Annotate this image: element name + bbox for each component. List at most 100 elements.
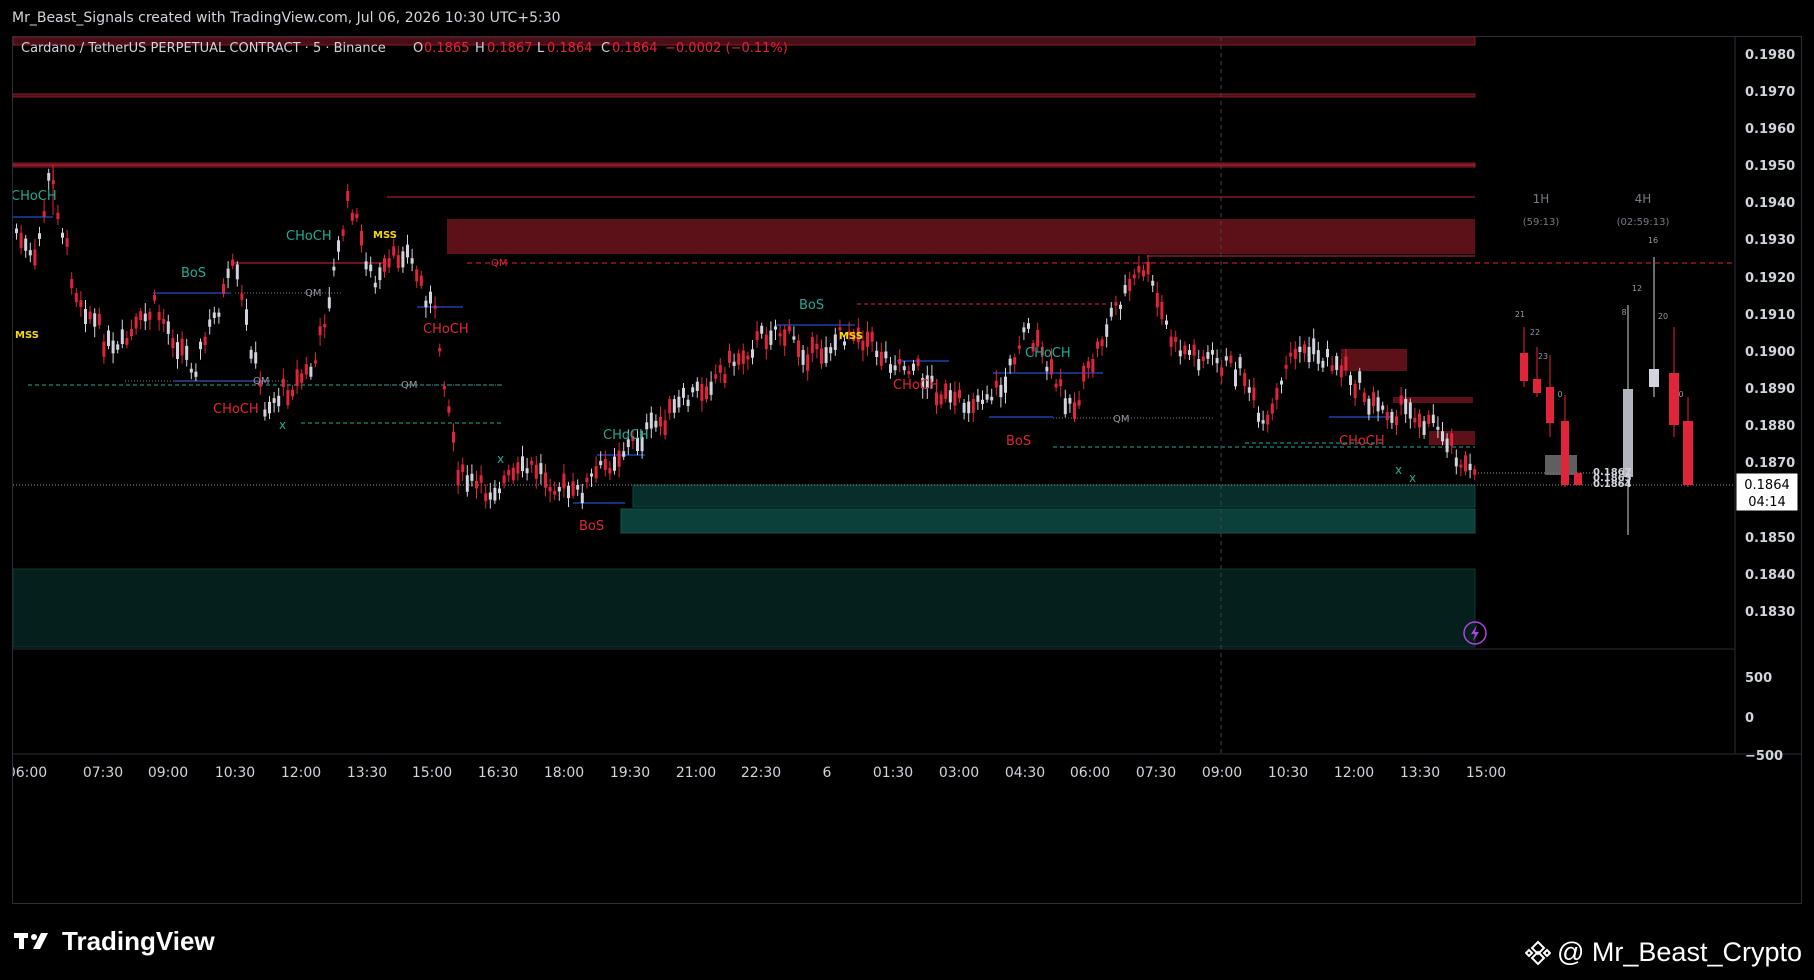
candle-body <box>56 212 60 220</box>
candle-body <box>884 351 888 359</box>
candle-body <box>107 330 110 347</box>
candle-body <box>1183 345 1187 355</box>
candle-body <box>1376 397 1380 412</box>
candle-body <box>985 394 989 400</box>
candle-body <box>249 349 253 359</box>
qm-label: QM <box>305 288 322 299</box>
candle-body <box>254 352 258 364</box>
mss-label: MSS <box>373 230 397 241</box>
candle-body <box>475 481 478 489</box>
candle-body <box>1128 278 1132 292</box>
qm-label: QM <box>401 380 418 391</box>
candle-body <box>268 401 271 414</box>
candle-body <box>1063 398 1067 415</box>
candle-body <box>728 350 731 363</box>
candle-body <box>337 240 340 252</box>
candle-body <box>378 267 382 281</box>
current-price-value: 0.1864 <box>1744 478 1790 493</box>
price-chart[interactable]: 1H (59:13) 4H (02:59:13) 21 22 23 0 8 12… <box>7 36 1801 903</box>
time-tick: 12:00 <box>1334 765 1374 781</box>
tradingview-logo-icon <box>14 932 48 949</box>
candle-body <box>314 360 317 364</box>
candle-body <box>990 396 994 401</box>
candle-body <box>534 464 538 479</box>
tradingview-logo-text: TradingView <box>62 926 215 956</box>
candle-body <box>309 366 313 377</box>
time-tick: 13:30 <box>347 765 387 781</box>
candle-body <box>516 462 520 474</box>
candle-body <box>898 358 902 365</box>
candle-body <box>971 399 975 413</box>
bos-label: BoS <box>579 519 604 534</box>
candle-body <box>1399 395 1403 405</box>
candle-body <box>686 399 690 407</box>
low-label: L <box>537 41 545 56</box>
time-tick: 06:00 <box>13 765 47 781</box>
candle-body <box>617 450 621 467</box>
candle-body <box>746 355 750 360</box>
x-marker: x <box>1395 463 1402 477</box>
candle-body <box>1431 414 1435 424</box>
candle-body <box>74 293 78 303</box>
candle-body <box>981 399 984 404</box>
candle-body <box>778 333 782 337</box>
qm-label: QM <box>253 376 270 387</box>
candle-body <box>1215 358 1219 364</box>
time-tick: 13:30 <box>1400 765 1440 781</box>
candle-body <box>1261 420 1265 424</box>
candle-body <box>1353 383 1357 398</box>
candle-body <box>171 338 175 349</box>
candle-body <box>916 358 920 366</box>
candle-body <box>1036 329 1040 347</box>
candle-body <box>948 390 952 403</box>
candle-body <box>1349 375 1352 386</box>
time-tick: 10:30 <box>215 765 255 781</box>
choch-label: CHoCH <box>1025 346 1071 361</box>
candle-body <box>1160 302 1164 319</box>
candle-body <box>1082 365 1086 382</box>
candle-body <box>787 326 791 332</box>
candle-body <box>203 336 207 346</box>
time-tick: 12:00 <box>281 765 321 781</box>
candle-body <box>939 394 943 405</box>
candle-body <box>1151 280 1155 286</box>
candle-body <box>143 313 147 322</box>
candle-body <box>999 384 1003 398</box>
price-tick: 0.1950 <box>1745 159 1795 174</box>
tradingview-logo[interactable]: TradingView <box>14 926 215 957</box>
candle-body <box>1284 364 1288 369</box>
candle-body <box>603 458 607 470</box>
candle-body <box>240 293 244 300</box>
candle-body <box>1298 346 1302 352</box>
candle-body <box>502 475 506 484</box>
indicator-tick: 0 <box>1745 711 1754 726</box>
choch-label: CHoCH <box>286 229 332 244</box>
candle-body <box>649 412 653 429</box>
candle-body <box>1004 376 1007 393</box>
candle-body <box>1321 360 1325 368</box>
candle-body <box>1086 361 1090 369</box>
candle-body <box>1252 387 1256 401</box>
choch-label: CHoCH <box>423 322 469 337</box>
time-axis[interactable]: 06:00 07:30 09:00 10:30 12:00 13:30 15:00 16:30… <box>7 765 1506 781</box>
candle-body <box>1326 348 1329 358</box>
candle-body <box>912 363 915 371</box>
candle-body <box>323 324 327 328</box>
candle-body <box>622 451 626 457</box>
candle-body <box>659 416 662 427</box>
candle-body <box>245 309 248 325</box>
candle-body <box>967 401 971 414</box>
candle-body <box>1169 336 1173 347</box>
candle-body <box>456 469 460 486</box>
candle-body <box>764 334 768 350</box>
candle-body <box>470 473 474 481</box>
open-value: 0.1865 <box>424 41 470 56</box>
candle-body <box>682 387 685 398</box>
candle-body <box>907 371 911 375</box>
chart-frame[interactable]: 1H (59:13) 4H (02:59:13) 21 22 23 0 8 12… <box>7 36 1802 904</box>
candle-body <box>327 297 331 309</box>
candle-body <box>387 258 391 268</box>
candle-body <box>461 464 465 473</box>
candle-body <box>1395 416 1398 426</box>
x-marker: x <box>1409 471 1416 485</box>
